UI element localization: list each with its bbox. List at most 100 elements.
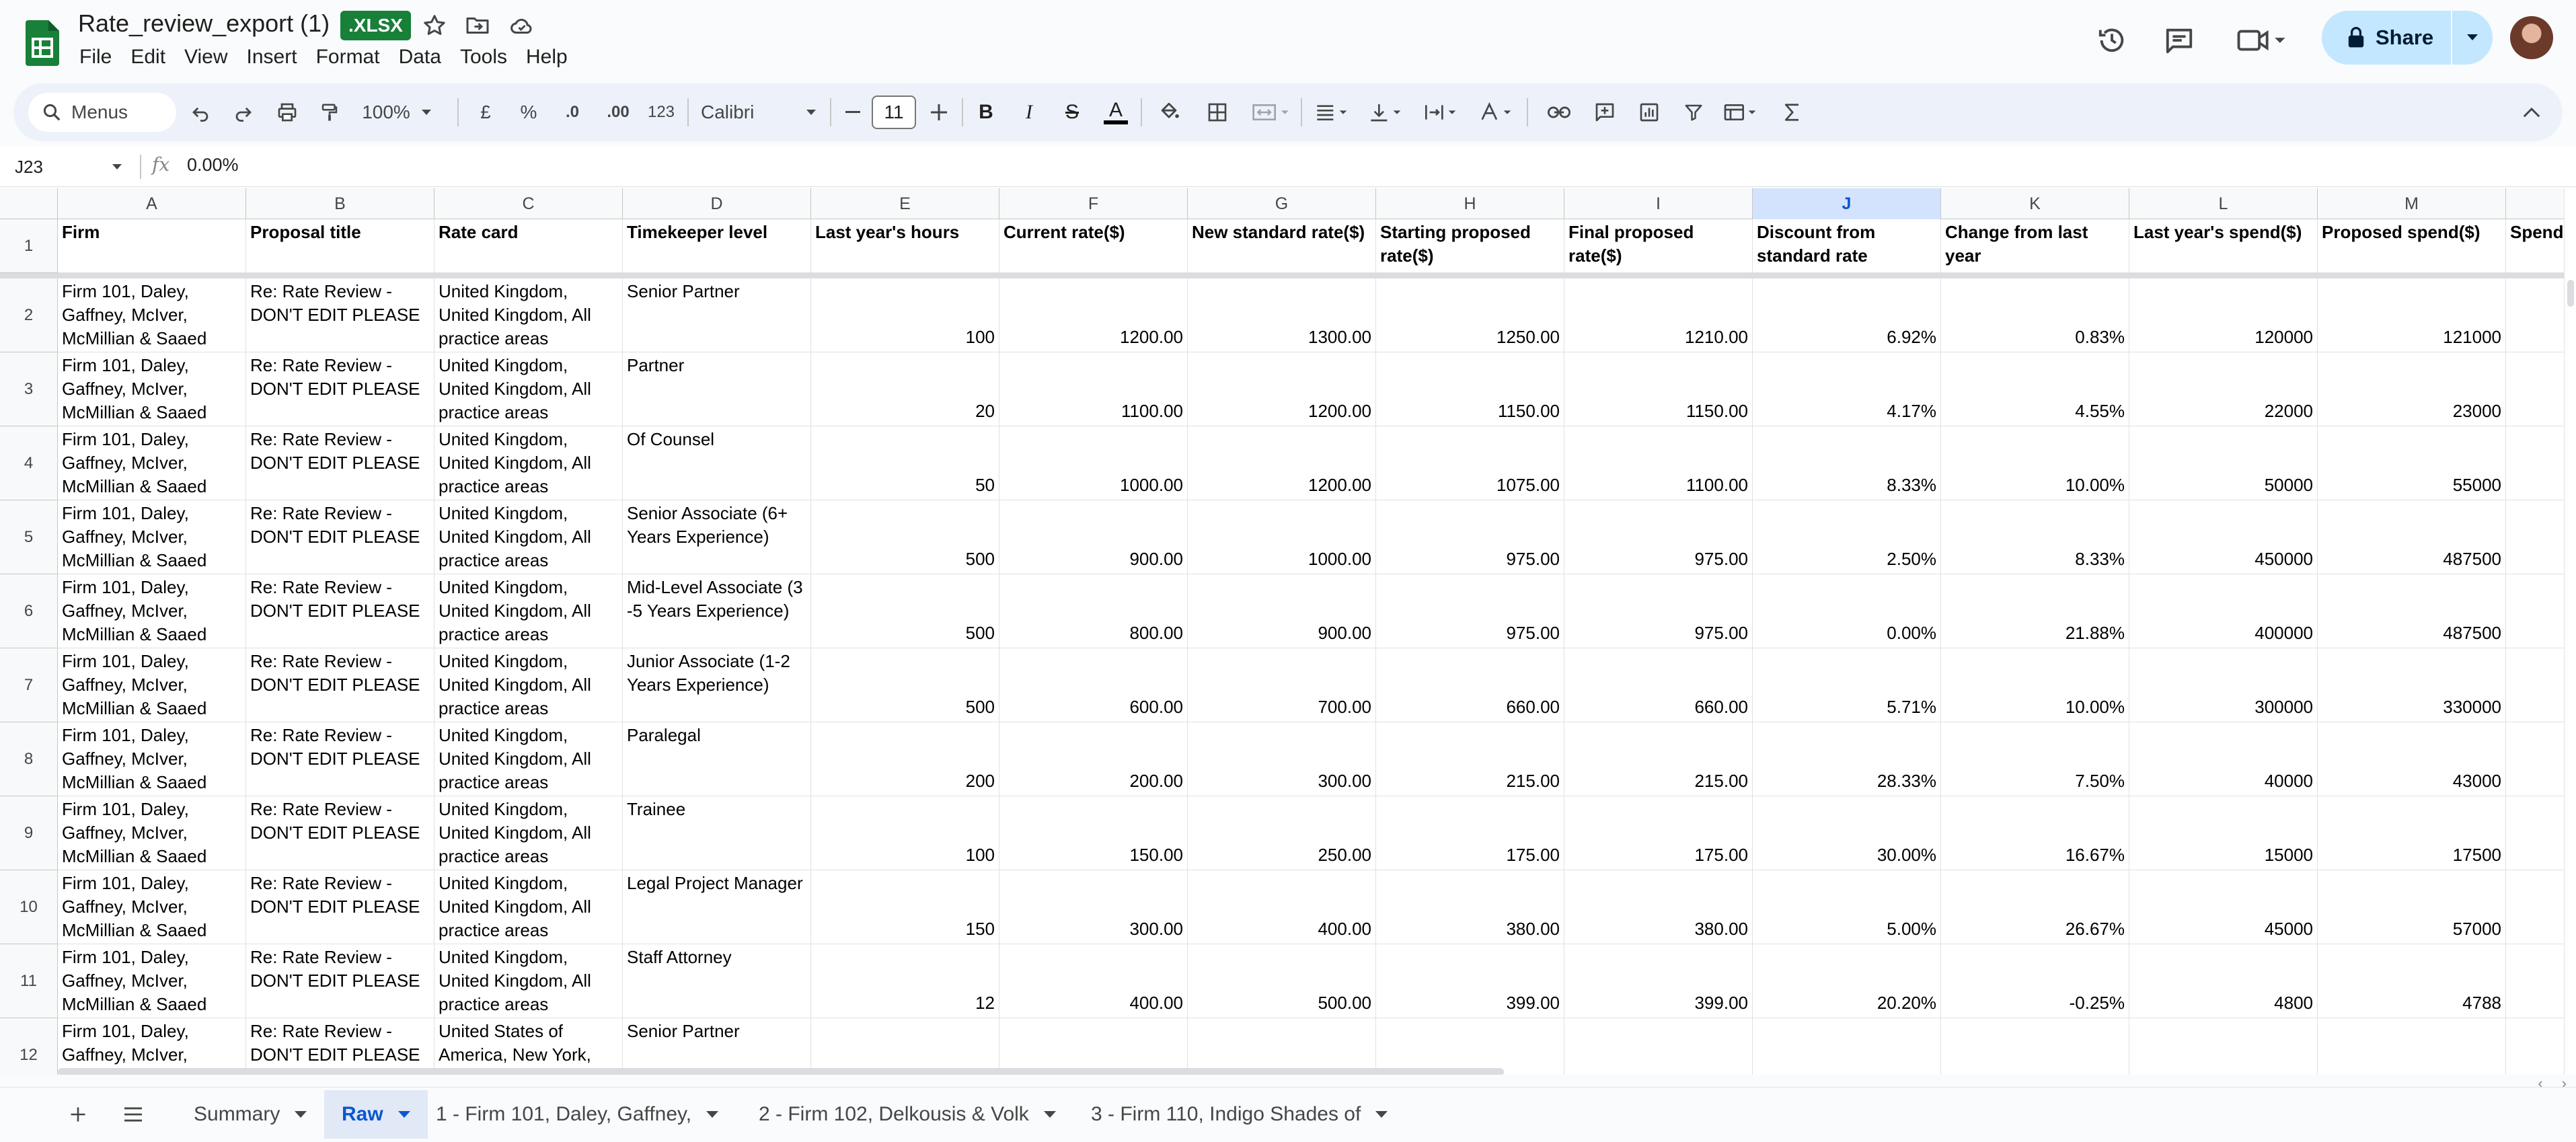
table-cell[interactable]: Re: Rate Review - DON'T EDIT PLEASE — [246, 648, 434, 722]
menu-help[interactable]: Help — [517, 43, 577, 71]
table-cell[interactable]: 4.17% — [1753, 352, 1941, 426]
table-cell[interactable]: 250.00 — [1188, 796, 1376, 870]
table-cell[interactable]: 4788 — [2318, 944, 2506, 1018]
table-cell[interactable]: 45000 — [2129, 870, 2318, 944]
table-cell[interactable]: 400000 — [2129, 574, 2318, 648]
table-cell[interactable]: 660.00 — [1564, 648, 1753, 722]
star-icon[interactable] — [421, 12, 448, 39]
table-cell[interactable]: 150.00 — [999, 796, 1188, 870]
percent-format-button[interactable]: % — [514, 96, 543, 129]
table-cell[interactable]: 1200.00 — [999, 278, 1188, 352]
table-cell[interactable]: 20.20% — [1753, 944, 1941, 1018]
header-cell[interactable]: Firm — [58, 219, 246, 273]
print-icon[interactable] — [272, 96, 303, 129]
cloud-saved-icon[interactable] — [508, 12, 535, 39]
decrease-decimal-button[interactable]: .0 — [556, 96, 589, 129]
table-cell[interactable]: 975.00 — [1376, 574, 1564, 648]
table-cell[interactable]: 20 — [811, 352, 999, 426]
column-header[interactable]: L — [2129, 188, 2318, 219]
number-format-button[interactable]: 123 — [644, 96, 678, 129]
column-header[interactable]: D — [623, 188, 811, 219]
table-cell[interactable]: 55000 — [2318, 426, 2506, 500]
table-cell[interactable]: Firm 101, Daley, Gaffney, McIver, McMill… — [58, 796, 246, 870]
table-cell[interactable]: Firm 101, Daley, Gaffney, McIver, McMill… — [58, 648, 246, 722]
table-cell[interactable]: 487500 — [2318, 500, 2506, 574]
version-history-icon[interactable] — [2092, 20, 2132, 61]
meet-video-icon[interactable] — [2232, 20, 2292, 61]
table-cell[interactable]: United Kingdom, United Kingdom, All prac… — [434, 352, 623, 426]
insert-link-icon[interactable] — [1544, 96, 1574, 129]
table-cell[interactable]: 700.00 — [1188, 648, 1376, 722]
menu-view[interactable]: View — [175, 43, 237, 71]
table-cell[interactable]: Firm 101, Daley, Gaffney, McIver, McMill… — [58, 426, 246, 500]
table-cell[interactable]: -0.25% — [1941, 944, 2129, 1018]
table-cell[interactable]: 8.33% — [1941, 500, 2129, 574]
table-cell[interactable]: Senior Partner — [623, 1018, 811, 1075]
header-cell[interactable]: Discount from standard rate — [1753, 219, 1941, 273]
bold-button[interactable]: B — [971, 96, 1001, 129]
table-cell[interactable]: Re: Rate Review - DON'T EDIT PLEASE — [246, 1018, 434, 1075]
menu-file[interactable]: File — [78, 43, 121, 71]
table-cell[interactable]: 380.00 — [1564, 870, 1753, 944]
table-cell[interactable]: 12 — [811, 944, 999, 1018]
table-cell[interactable]: 450000 — [2129, 500, 2318, 574]
sheet-tab-raw[interactable]: Raw — [324, 1090, 428, 1139]
header-cell[interactable]: Last year's hours — [811, 219, 999, 273]
table-cell[interactable]: 1200.00 — [1188, 426, 1376, 500]
table-cell[interactable]: 400.00 — [999, 944, 1188, 1018]
menu-edit[interactable]: Edit — [121, 43, 175, 71]
table-cell[interactable]: 17500 — [2318, 796, 2506, 870]
table-cell[interactable]: 1075.00 — [1376, 426, 1564, 500]
table-cell[interactable]: 4.55% — [1941, 352, 2129, 426]
share-dropdown-icon[interactable] — [2452, 34, 2493, 42]
table-cell[interactable]: Trainee — [623, 796, 811, 870]
row-header[interactable]: 1 — [0, 219, 58, 273]
table-cell[interactable]: 50 — [811, 426, 999, 500]
table-cell[interactable]: 5.71% — [1753, 648, 1941, 722]
text-color-button[interactable]: A — [1100, 96, 1131, 129]
table-cell[interactable]: 1200.00 — [1188, 352, 1376, 426]
merge-cells-icon[interactable] — [1247, 96, 1294, 129]
functions-icon[interactable] — [1777, 96, 1807, 129]
table-cell[interactable]: United Kingdom, United Kingdom, All prac… — [434, 278, 623, 352]
table-cell[interactable] — [1376, 1018, 1564, 1075]
row-header[interactable]: 9 — [0, 796, 58, 870]
menu-tools[interactable]: Tools — [451, 43, 517, 71]
column-header[interactable]: C — [434, 188, 623, 219]
table-cell[interactable]: 7.50% — [1941, 722, 2129, 796]
font-size-input[interactable]: 11 — [872, 96, 916, 129]
table-cell[interactable]: 40000 — [2129, 722, 2318, 796]
table-cell[interactable]: Re: Rate Review - DON'T EDIT PLEASE — [246, 426, 434, 500]
table-cell[interactable]: 975.00 — [1564, 574, 1753, 648]
table-cell[interactable]: 4800 — [2129, 944, 2318, 1018]
chevron-down-icon[interactable] — [397, 1111, 410, 1118]
sheet-tab-1[interactable]: 1 - Firm 101, Daley, Gaffney, — [418, 1090, 736, 1139]
table-cell[interactable]: Re: Rate Review - DON'T EDIT PLEASE — [246, 796, 434, 870]
table-cell[interactable]: 57000 — [2318, 870, 2506, 944]
chevron-down-icon[interactable] — [295, 1111, 307, 1118]
move-folder-icon[interactable] — [464, 12, 491, 39]
collapse-toolbar-icon[interactable] — [2517, 96, 2546, 129]
table-cell[interactable]: Re: Rate Review - DON'T EDIT PLEASE — [246, 944, 434, 1018]
insert-comment-icon[interactable] — [1590, 96, 1620, 129]
table-cell[interactable]: 30.00% — [1753, 796, 1941, 870]
table-cell[interactable]: 121000 — [2318, 278, 2506, 352]
menu-insert[interactable]: Insert — [237, 43, 307, 71]
table-cell[interactable]: Paralegal — [623, 722, 811, 796]
column-header[interactable]: F — [999, 188, 1188, 219]
row-header[interactable]: 12 — [0, 1018, 58, 1075]
table-cell[interactable]: 10.00% — [1941, 648, 2129, 722]
increase-font-size-icon[interactable] — [925, 96, 952, 129]
table-cell[interactable]: 200.00 — [999, 722, 1188, 796]
table-cell[interactable]: 43000 — [2318, 722, 2506, 796]
table-cell[interactable]: 300.00 — [1188, 722, 1376, 796]
table-cell[interactable]: 6.92% — [1753, 278, 1941, 352]
italic-button[interactable]: I — [1014, 96, 1044, 129]
header-cell[interactable]: New standard rate($) — [1188, 219, 1376, 273]
table-cell[interactable]: 1150.00 — [1564, 352, 1753, 426]
table-cell[interactable]: 100 — [811, 278, 999, 352]
table-cell[interactable]: 660.00 — [1376, 648, 1564, 722]
table-cell[interactable]: Partner — [623, 352, 811, 426]
table-cell[interactable] — [999, 1018, 1188, 1075]
sheet-tab-3[interactable]: 3 - Firm 110, Indigo Shades of — [1073, 1090, 1405, 1139]
